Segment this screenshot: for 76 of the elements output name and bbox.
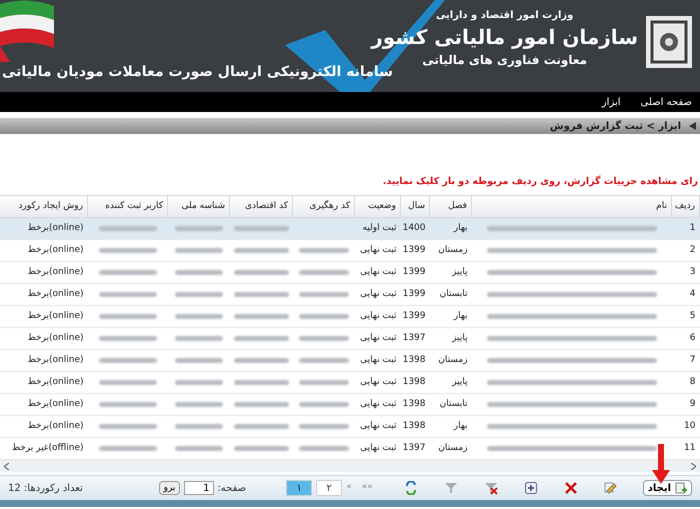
add-button[interactable] [522, 480, 539, 496]
clear-filter-button[interactable] [482, 480, 499, 496]
blurred-text [298, 270, 348, 275]
blurred-text [98, 314, 156, 319]
blurred-text [174, 446, 222, 451]
blurred-text [234, 358, 288, 363]
create-button[interactable]: ایجاد [642, 480, 692, 496]
column-header[interactable]: ردیف [672, 196, 700, 218]
page-button[interactable]: ۲ [316, 480, 342, 496]
filter-icon [444, 481, 458, 495]
blurred-text [174, 424, 222, 429]
blurred-text [174, 270, 222, 275]
flag-drawing [0, 0, 56, 64]
column-header[interactable]: نام [472, 196, 672, 218]
blurred-text [234, 402, 288, 407]
blurred-text [234, 314, 288, 319]
blurred-text [174, 226, 222, 231]
blurred-text [234, 270, 288, 275]
add-document-icon [675, 482, 687, 494]
blurred-text [298, 314, 348, 319]
nav-link[interactable]: ابزار [602, 94, 621, 110]
blurred-text [298, 248, 348, 253]
blurred-text [98, 226, 156, 231]
delete-button[interactable] [562, 480, 579, 496]
page-label: صفحه: [217, 482, 246, 496]
blurred-text [174, 358, 222, 363]
horizontal-scrollbar[interactable] [0, 460, 700, 472]
add-icon [524, 481, 538, 495]
page-button[interactable]: ۱ [286, 480, 312, 496]
breadcrumb: ابزار > ثبت گزارش فروش [550, 119, 681, 134]
clear-filter-icon [484, 481, 498, 495]
edit-button[interactable] [602, 480, 619, 496]
instruction-message: رای مشاهده جزییات گزارش، روی ردیف مربوطه دو بار کلیک نمایید. [382, 174, 698, 189]
blurred-text [298, 292, 348, 297]
pointer-arrow [652, 444, 670, 484]
emblem-icon [644, 14, 694, 70]
blurred-text [98, 358, 156, 363]
blurred-text [298, 402, 348, 407]
blurred-text [98, 402, 156, 407]
blurred-text [298, 336, 348, 341]
blurred-text [298, 380, 348, 385]
blurred-text [298, 424, 348, 429]
blurred-text [174, 248, 222, 253]
blurred-text [98, 292, 156, 297]
record-count: تعداد رکوردها: 12 [8, 482, 83, 496]
blurred-text [174, 292, 222, 297]
scroll-left-icon[interactable] [4, 462, 9, 470]
blurred-text [174, 380, 222, 385]
blurred-text [98, 446, 156, 451]
go-button[interactable]: برو [158, 481, 180, 495]
blurred-text [98, 270, 156, 275]
edit-icon [604, 481, 618, 495]
delete-icon [564, 481, 578, 495]
blurred-text [234, 248, 288, 253]
blurred-text [98, 380, 156, 385]
blurred-text [98, 424, 156, 429]
blurred-text [98, 248, 156, 253]
blurred-text [174, 402, 222, 407]
blurred-text [234, 380, 288, 385]
blurred-text [234, 424, 288, 429]
blurred-text [98, 336, 156, 341]
blurred-text [298, 358, 348, 363]
refresh-icon [404, 481, 418, 495]
ministry-name: وزارت امور اقتصاد و دارایی [436, 9, 574, 23]
blurred-text [234, 446, 288, 451]
blurred-text [174, 336, 222, 341]
page-input[interactable]: 1 [184, 481, 214, 495]
arrow-icon [689, 122, 696, 130]
blurred-text [234, 292, 288, 297]
blurred-text [234, 226, 288, 231]
deputy-name: معاونت فناوری های مالیاتی [422, 52, 588, 69]
blurred-text [234, 336, 288, 341]
blurred-text [174, 314, 222, 319]
nav-link[interactable]: صفحه اصلی [640, 94, 692, 110]
blurred-text [298, 446, 348, 451]
scroll-right-icon[interactable] [691, 462, 696, 470]
